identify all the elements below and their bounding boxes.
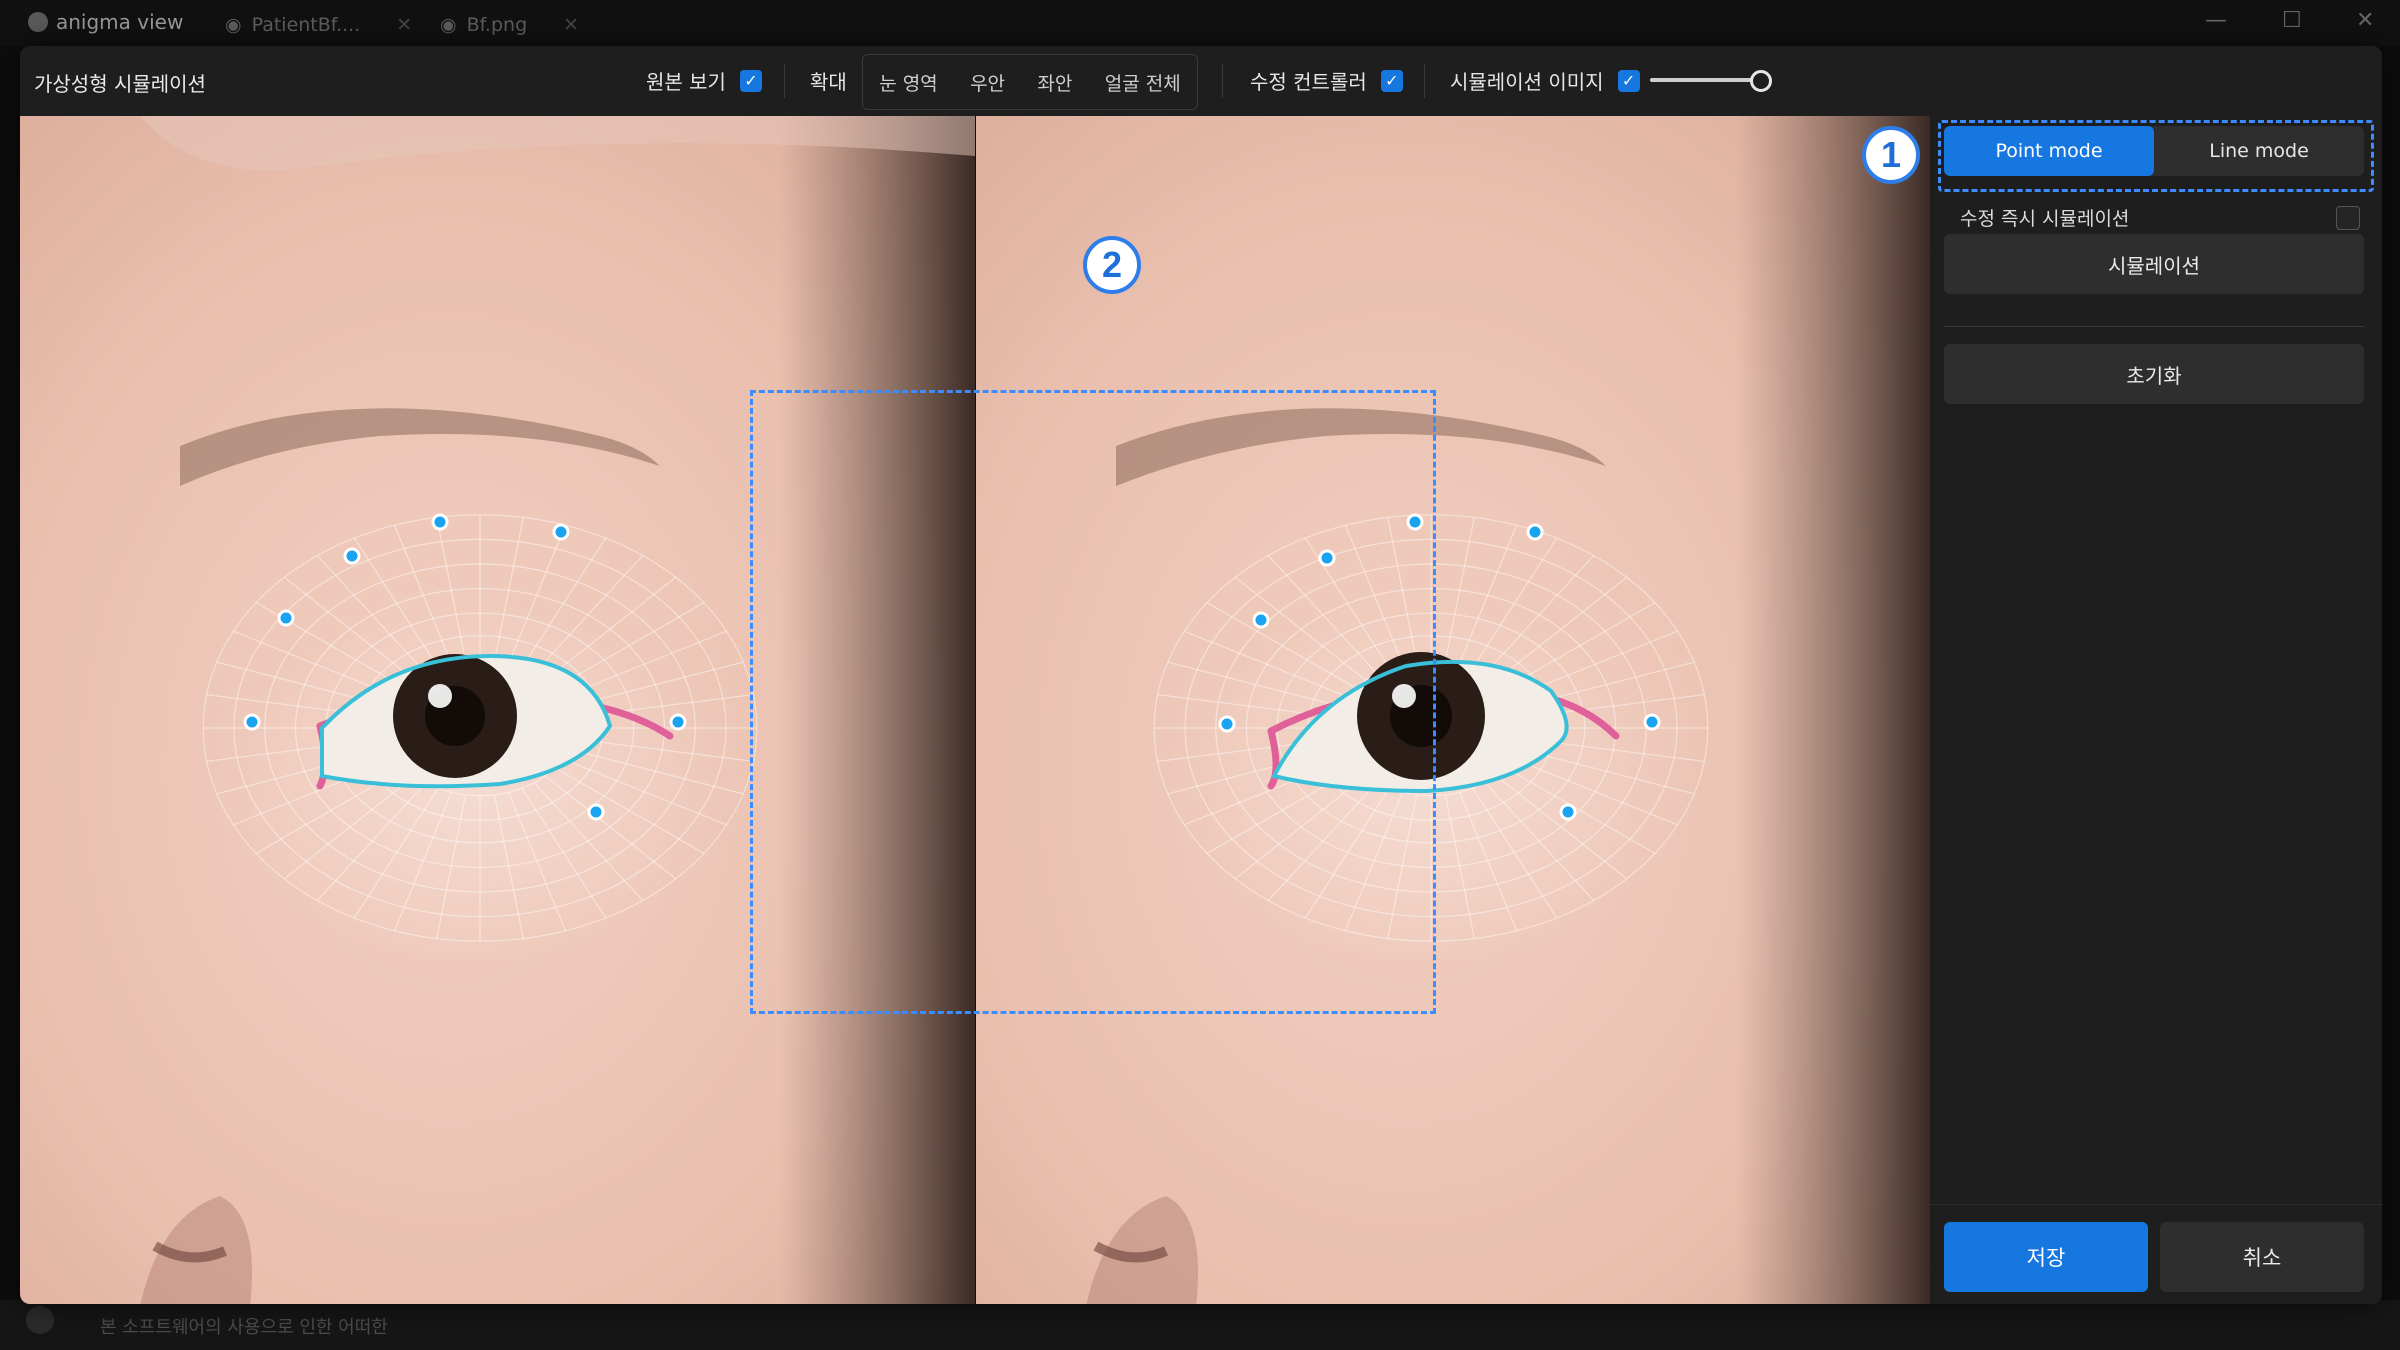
instant-sim-option: 수정 즉시 시뮬레이션 bbox=[1960, 204, 2360, 231]
toolbar-divider bbox=[1424, 64, 1425, 98]
edit-controller-label: 수정 컨트롤러 bbox=[1250, 70, 1367, 94]
eye-highlight bbox=[428, 684, 452, 708]
reset-button[interactable]: 초기화 bbox=[1944, 344, 2364, 404]
control-point[interactable] bbox=[669, 713, 687, 731]
tab-label: PatientBf.... bbox=[251, 14, 361, 36]
zoom-options: 눈 영역 우안 좌안 얼굴 전체 bbox=[862, 54, 1198, 110]
opacity-slider[interactable] bbox=[1650, 78, 1760, 82]
instant-sim-label: 수정 즉시 시뮬레이션 bbox=[1960, 208, 2130, 230]
control-point[interactable] bbox=[343, 547, 361, 565]
zoom-label: 확대 bbox=[810, 70, 847, 94]
save-button[interactable]: 저장 bbox=[1944, 1222, 2148, 1292]
control-point[interactable] bbox=[431, 513, 449, 531]
minimize-icon[interactable]: — bbox=[2205, 8, 2227, 33]
tab-label: Bf.png bbox=[466, 14, 528, 36]
sim-image-label: 시뮬레이션 이미지 bbox=[1450, 70, 1604, 94]
app-logo-text: anigma view bbox=[56, 10, 184, 34]
tab-patient[interactable]: ◉ PatientBf.... ✕ bbox=[225, 14, 412, 36]
control-point[interactable] bbox=[243, 713, 261, 731]
annotation-marker-2: 2 bbox=[1083, 236, 1141, 294]
eye-icon: ◉ bbox=[440, 14, 457, 36]
sim-image-checkbox[interactable]: ✓ bbox=[1617, 69, 1640, 92]
tab-image[interactable]: ◉ Bf.png ✕ bbox=[440, 14, 579, 36]
close-icon[interactable]: ✕ bbox=[396, 14, 412, 36]
edit-region-annotation bbox=[750, 390, 1436, 1014]
point-mode-button[interactable]: Point mode bbox=[1944, 126, 2154, 176]
instant-sim-checkbox[interactable] bbox=[2336, 205, 2360, 230]
close-icon[interactable]: ✕ bbox=[563, 14, 579, 36]
edit-controller-checkbox[interactable]: ✓ bbox=[1380, 69, 1403, 92]
mode-toggle: Point mode Line mode bbox=[1944, 126, 2364, 176]
hair bbox=[1736, 116, 1930, 1304]
show-original-label: 원본 보기 bbox=[646, 70, 726, 94]
show-original-checkbox[interactable]: ✓ bbox=[739, 69, 762, 92]
show-original-toggle[interactable]: 원본 보기 ✓ bbox=[646, 66, 762, 95]
control-point[interactable] bbox=[1526, 523, 1544, 541]
zoom-right-eye[interactable]: 우안 bbox=[964, 69, 1011, 96]
zoom-eye-region[interactable]: 눈 영역 bbox=[873, 69, 943, 96]
sim-image-toggle[interactable]: 시뮬레이션 이미지 ✓ bbox=[1450, 66, 1640, 95]
maximize-icon[interactable]: ☐ bbox=[2282, 8, 2302, 33]
disclaimer-text: 본 소프트웨어의 사용으로 인한 어떠한 bbox=[100, 1317, 388, 1338]
zoom-full-face[interactable]: 얼굴 전체 bbox=[1099, 69, 1187, 96]
toolbar-divider bbox=[1222, 64, 1223, 98]
annotation-marker-1: 1 bbox=[1862, 126, 1920, 184]
control-point[interactable] bbox=[587, 803, 605, 821]
side-divider bbox=[1944, 326, 2364, 327]
opacity-slider-handle[interactable] bbox=[1750, 70, 1772, 92]
dialog-title: 가상성형 시뮬레이션 bbox=[34, 72, 206, 96]
app-logo-icon bbox=[28, 12, 48, 32]
zoom-left-eye[interactable]: 좌안 bbox=[1031, 69, 1078, 96]
toolbar: 가상성형 시뮬레이션 원본 보기 ✓ 확대 눈 영역 우안 좌안 얼굴 전체 수… bbox=[20, 46, 2382, 117]
control-point[interactable] bbox=[552, 523, 570, 541]
eye-icon: ◉ bbox=[225, 14, 242, 36]
avatar bbox=[26, 1306, 54, 1334]
cancel-button[interactable]: 취소 bbox=[2160, 1222, 2364, 1292]
edit-controller-toggle[interactable]: 수정 컨트롤러 ✓ bbox=[1250, 66, 1403, 95]
control-point[interactable] bbox=[277, 609, 295, 627]
app-logo: anigma view bbox=[28, 10, 183, 34]
app-titlebar: anigma view ◉ PatientBf.... ✕ ◉ Bf.png ✕… bbox=[0, 0, 2400, 46]
control-point[interactable] bbox=[1559, 803, 1577, 821]
simulate-button[interactable]: 시뮬레이션 bbox=[1944, 234, 2364, 294]
side-bottom-divider bbox=[1930, 1204, 2382, 1205]
side-panel: Point mode Line mode 수정 즉시 시뮬레이션 시뮬레이션 초… bbox=[1930, 116, 2382, 1304]
control-point[interactable] bbox=[1643, 713, 1661, 731]
simulation-dialog: 가상성형 시뮬레이션 원본 보기 ✓ 확대 눈 영역 우안 좌안 얼굴 전체 수… bbox=[20, 46, 2382, 1304]
line-mode-button[interactable]: Line mode bbox=[2154, 126, 2364, 176]
close-window-icon[interactable]: ✕ bbox=[2356, 8, 2374, 33]
toolbar-divider bbox=[784, 64, 785, 98]
